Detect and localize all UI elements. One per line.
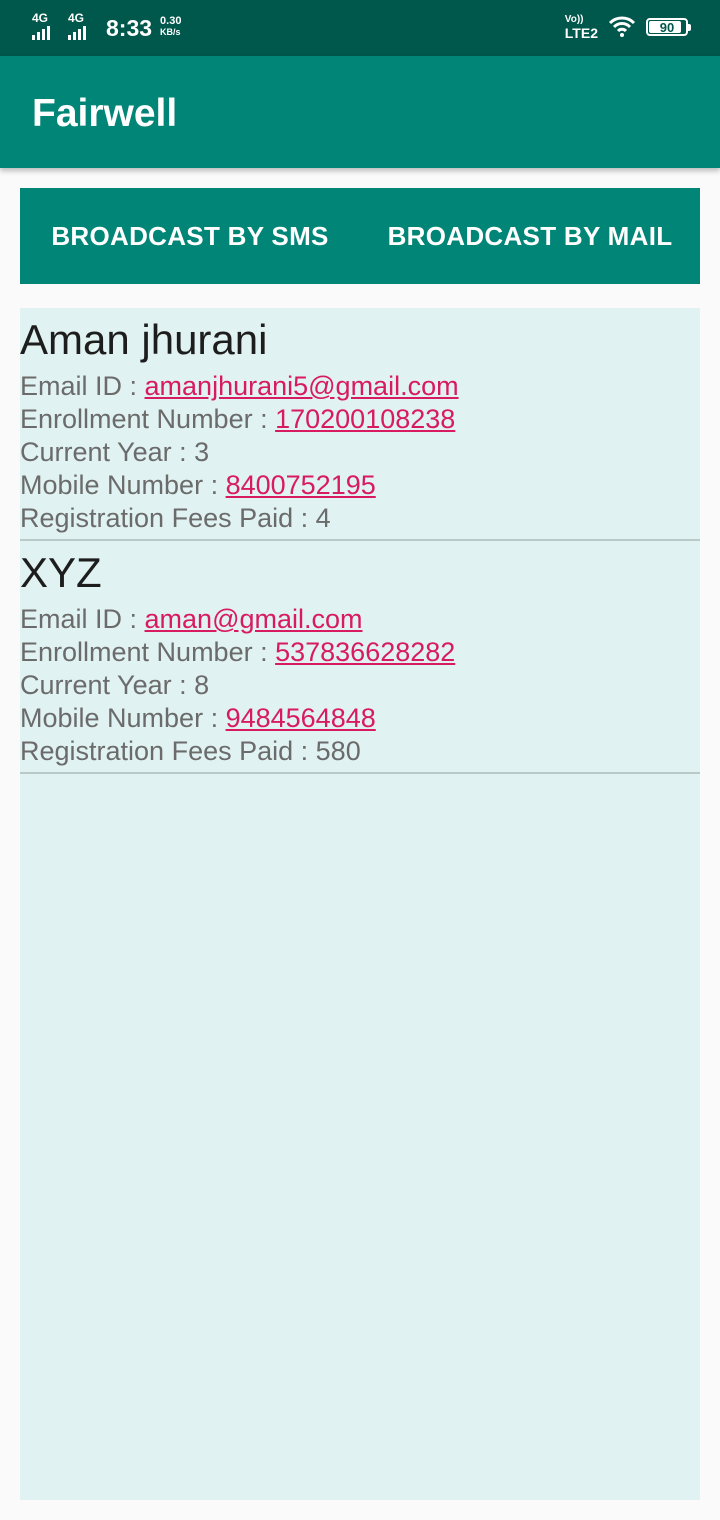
enrollment-label: Enrollment Number : [20, 637, 276, 667]
fees-value: 580 [315, 736, 361, 766]
email-link[interactable]: amanjhurani5@gmail.com [145, 371, 459, 401]
app-bar: Fairwell [0, 56, 720, 168]
network-speed: 0.30 KB/s [160, 16, 181, 38]
student-list[interactable]: Aman jhurani Email ID : amanjhurani5@gma… [20, 308, 700, 1500]
status-clock: 8:33 [106, 15, 153, 41]
wifi-icon [608, 16, 636, 37]
year-label: Current Year : [20, 437, 195, 467]
broadcast-sms-button[interactable]: BROADCAST BY SMS [20, 188, 360, 284]
enrollment-link[interactable]: 170200108238 [275, 404, 455, 434]
enrollment-link[interactable]: 537836628282 [275, 637, 455, 667]
fees-value: 4 [315, 503, 331, 533]
status-bar: 4G 4G 8:33 0.30 KB/s Vo)) LTE2 90 [0, 0, 720, 56]
network-speed-unit: KB/s [160, 27, 181, 37]
signal-icon-sim1: 4G [32, 12, 62, 40]
mobile-label: Mobile Number : [20, 470, 226, 500]
fees-label: Registration Fees Paid : [20, 736, 316, 766]
enrollment-row: Enrollment Number : 170200108238 [20, 403, 700, 436]
enrollment-row: Enrollment Number : 537836628282 [20, 636, 700, 669]
fees-row: Registration Fees Paid : 4 [20, 502, 700, 535]
list-item[interactable]: Aman jhurani Email ID : amanjhurani5@gma… [20, 316, 700, 541]
year-value: 8 [194, 670, 210, 700]
year-row: Current Year : 3 [20, 436, 700, 469]
lte-label: LTE2 [564, 25, 598, 41]
network-type-sim1: 4G [32, 11, 49, 25]
status-left: 4G 4G 8:33 0.30 KB/s [32, 12, 181, 44]
mobile-link[interactable]: 9484564848 [226, 703, 376, 733]
mobile-row: Mobile Number : 9484564848 [20, 702, 700, 735]
email-row: Email ID : amanjhurani5@gmail.com [20, 370, 700, 403]
battery-icon: 90 [646, 18, 691, 36]
student-name: XYZ [20, 549, 102, 596]
signal-icon-sim2: 4G [68, 12, 98, 40]
status-right: Vo)) LTE2 90 [565, 14, 691, 40]
broadcast-buttons: BROADCAST BY SMS BROADCAST BY MAIL [20, 188, 700, 284]
network-speed-value: 0.30 [160, 15, 182, 27]
year-value: 3 [194, 437, 210, 467]
fees-label: Registration Fees Paid : [20, 503, 316, 533]
app-title: Fairwell [32, 92, 178, 135]
broadcast-mail-button[interactable]: BROADCAST BY MAIL [360, 188, 700, 284]
email-label: Email ID : [20, 371, 145, 401]
email-row: Email ID : aman@gmail.com [20, 603, 700, 636]
list-item[interactable]: XYZ Email ID : aman@gmail.com Enrollment… [20, 549, 700, 774]
email-label: Email ID : [20, 604, 145, 634]
volte-icon: Vo)) LTE2 [565, 14, 598, 40]
mobile-link[interactable]: 8400752195 [226, 470, 376, 500]
fees-row: Registration Fees Paid : 580 [20, 735, 700, 768]
mobile-row: Mobile Number : 8400752195 [20, 469, 700, 502]
student-name: Aman jhurani [20, 316, 268, 363]
battery-percent: 90 [659, 19, 675, 35]
enrollment-label: Enrollment Number : [20, 404, 276, 434]
year-label: Current Year : [20, 670, 195, 700]
year-row: Current Year : 8 [20, 669, 700, 702]
email-link[interactable]: aman@gmail.com [145, 604, 363, 634]
mobile-label: Mobile Number : [20, 703, 226, 733]
network-type-sim2: 4G [68, 11, 85, 25]
